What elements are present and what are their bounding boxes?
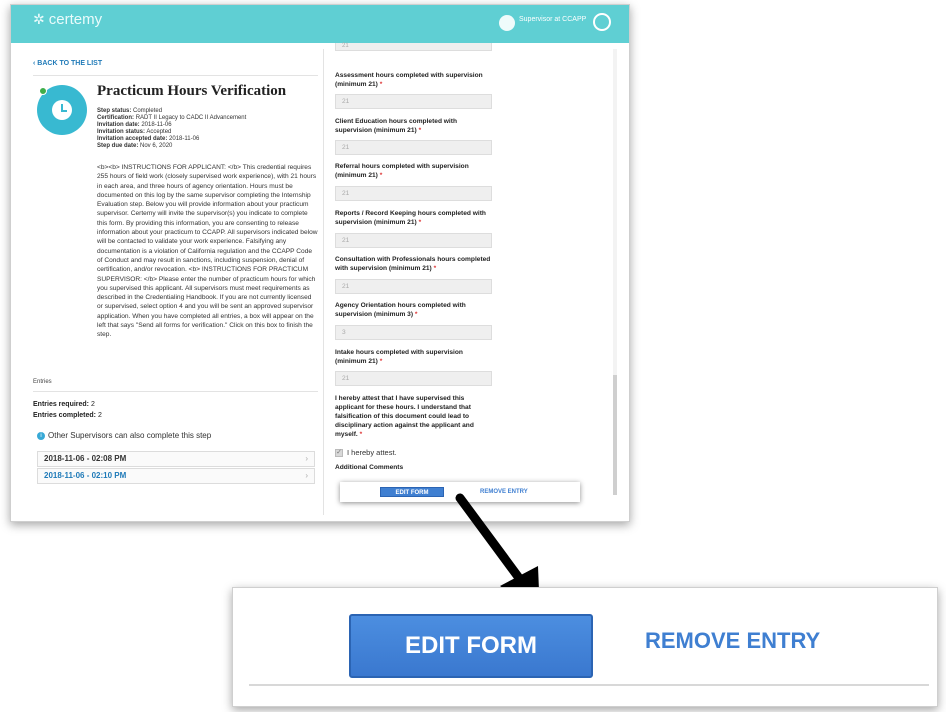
attest-checkbox[interactable]: ✓	[335, 449, 343, 458]
supervisor-avatar-icon[interactable]	[499, 15, 515, 31]
divider	[33, 75, 318, 76]
edit-form-button[interactable]: EDIT FORM	[380, 487, 444, 497]
agency-orientation-hours-label: Agency Orientation hours completed with …	[335, 302, 466, 318]
edit-form-button-zoomed[interactable]: EDIT FORM	[349, 614, 593, 678]
reports-hours-label: Reports / Record Keeping hours completed…	[335, 210, 486, 226]
agency-orientation-hours-field[interactable]: 3	[335, 325, 492, 340]
referral-hours-field[interactable]: 21	[335, 186, 492, 201]
step-meta: Step status: Completed Certification: RA…	[97, 108, 247, 149]
supervisor-label[interactable]: Supervisor at CCAPP	[519, 15, 586, 24]
divider	[249, 684, 929, 686]
consultation-hours-label: Consultation with Professionals hours co…	[335, 256, 491, 272]
app-logo[interactable]: ✲ certemy	[33, 11, 102, 28]
chevron-right-icon: ›	[305, 471, 308, 480]
info-icon: i	[37, 431, 45, 440]
screenshot-window: ✲ certemy Supervisor at CCAPP ‹ BACK TO T…	[10, 4, 630, 522]
additional-comments-label: Additional Comments	[335, 464, 404, 471]
hours-field[interactable]: 21	[335, 43, 492, 51]
entries-heading: Entries	[33, 379, 52, 385]
other-supervisors-note: i Other Supervisors can also complete thi…	[37, 431, 211, 440]
reports-hours-field[interactable]: 21	[335, 233, 492, 248]
scrollbar-thumb[interactable]	[613, 375, 617, 495]
top-bar: ✲ certemy Supervisor at CCAPP	[11, 5, 629, 43]
entries-summary: Entries required: 2 Entries completed: 2	[33, 401, 102, 419]
referral-hours-label: Referral hours completed with supervisio…	[335, 163, 469, 179]
account-circle-icon[interactable]	[593, 13, 611, 31]
remove-entry-button-zoomed[interactable]: REMOVE ENTRY	[645, 628, 820, 654]
clock-step-icon	[37, 85, 87, 135]
pane-divider	[323, 49, 324, 515]
entry-row[interactable]: 2018-11-06 - 02:10 PM ›	[37, 468, 315, 484]
assessment-hours-label: Assessment hours completed with supervis…	[335, 72, 483, 88]
attest-statement: I hereby attest that I have supervised t…	[335, 395, 474, 438]
intake-hours-field[interactable]: 21	[335, 371, 492, 386]
back-to-list-link[interactable]: ‹ BACK TO THE LIST	[33, 60, 102, 67]
instructions-text: <b><b> INSTRUCTIONS FOR APPLICANT: </b> …	[97, 164, 318, 339]
assessment-hours-field[interactable]: 21	[335, 94, 492, 109]
client-education-hours-field[interactable]: 21	[335, 140, 492, 155]
chevron-right-icon: ›	[305, 454, 308, 463]
attest-checkbox-row[interactable]: ✓ I hereby attest.	[335, 448, 397, 458]
page-title: Practicum Hours Verification	[97, 83, 287, 99]
intake-hours-label: Intake hours completed with supervision …	[335, 349, 463, 365]
status-dot-icon	[39, 87, 47, 95]
client-education-hours-label: Client Education hours completed with su…	[335, 118, 457, 134]
entry-row[interactable]: 2018-11-06 - 02:08 PM ›	[37, 451, 315, 467]
zoomed-action-bar: EDIT FORM REMOVE ENTRY	[232, 587, 938, 707]
divider	[33, 391, 318, 392]
consultation-hours-field[interactable]: 21	[335, 279, 492, 294]
